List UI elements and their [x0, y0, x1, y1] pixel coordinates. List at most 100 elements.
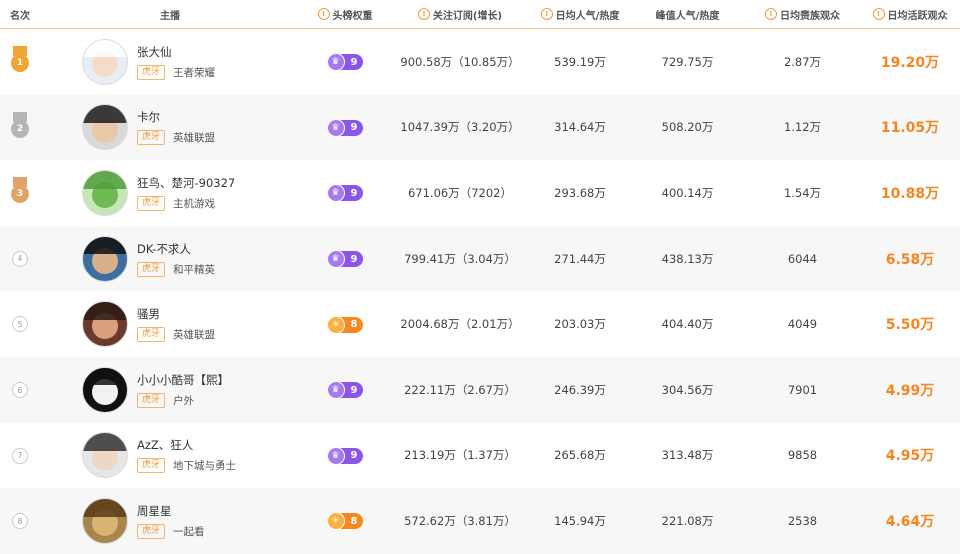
avatar[interactable]: [82, 235, 128, 282]
weight-value: 9: [350, 253, 358, 265]
anchor-cell[interactable]: 狂鸟、楚河-90327 虎牙 主机游戏: [40, 169, 300, 216]
category-label: 地下城与勇士: [173, 460, 237, 473]
anchor-name[interactable]: 骚男: [137, 306, 215, 322]
weight-value: 8: [350, 319, 358, 331]
avatar[interactable]: [82, 497, 128, 544]
weight-badge: ♛ 9: [326, 250, 364, 269]
active-cell-value: 19.20万: [880, 54, 940, 71]
info-icon[interactable]: !: [540, 8, 553, 20]
info-icon[interactable]: !: [872, 8, 885, 20]
anchor-name[interactable]: 张大仙: [137, 44, 215, 60]
weight-badge: ☀ 8: [326, 512, 364, 531]
header-daily[interactable]: ! 日均人气/热度: [530, 7, 630, 22]
sun-icon: ☀: [326, 512, 345, 531]
anchor-name[interactable]: 卡尔: [137, 109, 215, 125]
platform-badge: 虎牙: [137, 64, 166, 80]
active-cell: 5.50万: [860, 314, 960, 334]
info-icon[interactable]: !: [417, 8, 430, 20]
gift-cell: 7901: [787, 382, 818, 397]
platform-badge: 虎牙: [137, 523, 166, 539]
gift-cell: 2.87万: [783, 54, 822, 69]
bronze-medal-icon: 3: [11, 177, 29, 205]
follow-cell: 799.41万（3.04万）: [404, 251, 516, 266]
weight-badge: ♛ 9: [326, 446, 364, 465]
avatar[interactable]: [82, 432, 128, 479]
table-row[interactable]: 3 狂鸟、楚河-90327 虎牙 主机游戏 ♛ 9 671.06万（7202） 293.68万…: [0, 160, 960, 226]
header-daily-label: 日均人气/热度: [555, 10, 620, 22]
avatar[interactable]: [82, 169, 128, 216]
header-anchor: 主播: [40, 7, 300, 22]
platform-badge: 虎牙: [137, 458, 166, 474]
anchor-cell[interactable]: 卡尔虎牙 英雄联盟: [40, 104, 300, 151]
info-icon[interactable]: !: [317, 8, 330, 20]
header-follow-label: 关注订阅(增长): [432, 10, 503, 22]
category-label: 王者荣耀: [173, 66, 216, 79]
crown-icon: ♛: [326, 53, 345, 72]
platform-badge: 虎牙: [137, 130, 166, 146]
avatar[interactable]: [82, 301, 128, 348]
table-row[interactable]: 4 DK-不求人 虎牙 和平精英 ♛ 9 799.41万（3.04万） 271.44万 438.…: [0, 225, 960, 292]
header-gift-label: 日均赉族观众: [780, 10, 840, 22]
header-active[interactable]: ! 日均活跃观众: [860, 7, 960, 22]
peak-cell: 729.75万: [661, 54, 714, 69]
rank-cell: 3: [0, 177, 40, 208]
daily-cell: 271.44万: [554, 251, 606, 266]
weight-badge: ♛ 9: [326, 381, 364, 400]
platform-badge: 虎牙: [137, 195, 166, 211]
weight-cell: ♛ 9: [300, 381, 390, 400]
table-row[interactable]: 2 卡尔 虎牙 英雄联盟 ♛ 9 1047.39万（3.20万） 314.64万 508.20万…: [0, 94, 960, 161]
active-cell-value: 4.64万: [885, 513, 935, 530]
active-cell: 19.20万: [860, 52, 960, 72]
weight-badge: ♛ 9: [326, 184, 364, 203]
daily-cell: 145.94万: [554, 513, 606, 528]
gift-cell: 6044: [787, 251, 818, 266]
header-anchor-label: 主播: [160, 10, 180, 22]
anchor-cell[interactable]: 周星星 虎牙 一起看: [40, 497, 300, 544]
active-cell-value: 4.99万: [885, 382, 935, 399]
anchor-cell[interactable]: 张大仙虎牙 王者荣耀: [40, 38, 300, 85]
avatar[interactable]: [82, 38, 128, 85]
crown-icon: ♛: [326, 446, 345, 465]
platform-badge: 虎牙: [137, 327, 166, 343]
rank-cell: 2: [0, 111, 40, 143]
weight-cell: ☀ 8: [300, 512, 390, 531]
ranking-table: 名次 主播 ! 头榜权重 ! 关注订阅(增长) ! 日均人气/热度 峰值人气/热度 !…: [0, 0, 960, 554]
table-row[interactable]: 5 骚男 虎牙 英雄联盟 ☀ 8 2004.68万（2.01万） 203.03万 404.40万…: [0, 291, 960, 357]
active-cell: 4.64万: [860, 511, 960, 531]
weight-cell: ♛ 9: [300, 250, 390, 269]
weight-value: 9: [350, 122, 358, 134]
avatar[interactable]: [82, 366, 128, 413]
follow-cell: 213.19万（1.37万）: [404, 448, 516, 463]
table-row[interactable]: 7 AzZ、狂人 虎牙 地下城与勇士 ♛ 9 213.19万（1.37万） 265.68万 31…: [0, 423, 960, 489]
info-icon[interactable]: !: [765, 8, 777, 20]
anchor-cell[interactable]: AzZ、狂人 虎牙 地下城与勇士: [40, 432, 300, 479]
table-row[interactable]: 8 周星星 虎牙 一起看 ☀ 8 572.62万（3.81万） 145.94万 221.08万 2…: [0, 488, 960, 554]
category-label: 英雄联盟: [173, 132, 216, 145]
anchor-cell[interactable]: 骚男虎牙 英雄联盟: [40, 301, 300, 348]
weight-cell: ☀ 8: [300, 315, 390, 334]
anchor-cell[interactable]: 小小小酷哥【熙】 虎牙 户外: [40, 366, 300, 413]
anchor-name[interactable]: AzZ、狂人: [137, 437, 236, 453]
rank-number: 8: [12, 513, 28, 530]
header-weight[interactable]: ! 头榜权重: [300, 7, 390, 22]
crown-icon: ♛: [326, 118, 345, 137]
table-row[interactable]: 1 张大仙 虎牙 王者荣耀 ♛ 9 900.58万（10.85万） 539.19万 729.75…: [0, 29, 960, 95]
category-label: 户外: [173, 394, 195, 407]
header-follow[interactable]: ! 关注订阅(增长): [390, 7, 530, 22]
header-peak[interactable]: 峰值人气/热度: [630, 7, 745, 22]
anchor-name[interactable]: 狂鸟、楚河-90327: [137, 175, 235, 191]
rank-cell: 1: [0, 46, 40, 77]
avatar[interactable]: [82, 104, 128, 151]
active-cell: 6.58万: [860, 249, 960, 269]
category-label: 英雄联盟: [173, 329, 216, 342]
table-row[interactable]: 6 小小小酷哥【熙】 虎牙 户外 ♛ 9 222.11万（2.67万） 246.39万 304.…: [0, 356, 960, 423]
weight-value: 8: [350, 515, 358, 527]
active-cell: 10.88万: [860, 183, 960, 203]
anchor-name[interactable]: 周星星: [137, 503, 205, 519]
anchor-name[interactable]: DK-不求人: [137, 241, 215, 257]
header-gift[interactable]: ! 日均赉族观众: [745, 7, 860, 22]
weight-badge: ☀ 8: [326, 315, 364, 334]
anchor-name[interactable]: 小小小酷哥【熙】: [137, 372, 229, 388]
anchor-cell[interactable]: DK-不求人 虎牙 和平精英: [40, 235, 300, 282]
table-body: 1 张大仙 虎牙 王者荣耀 ♛ 9 900.58万（10.85万） 539.19万 729.75…: [0, 29, 960, 554]
